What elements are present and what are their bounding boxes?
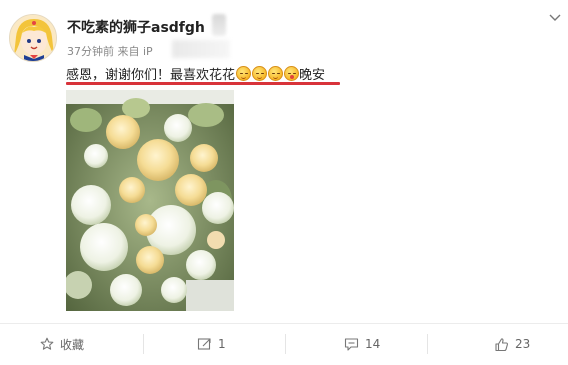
weibo-post-card: 不吃素的狮子asdfgh 37分钟前 来自 iP 感恩，谢谢你们！最喜欢花花 晚… bbox=[0, 0, 568, 365]
user-name[interactable]: 不吃素的狮子asdfgh bbox=[67, 17, 205, 37]
smile-emoji-icon bbox=[267, 65, 283, 81]
like-button[interactable]: 23 bbox=[494, 331, 530, 357]
repost-button[interactable]: 1 bbox=[197, 331, 226, 357]
post-photo[interactable] bbox=[66, 90, 234, 311]
action-separator bbox=[285, 334, 286, 354]
star-icon bbox=[40, 337, 54, 351]
repost-count: 1 bbox=[218, 337, 226, 351]
highlight-underline bbox=[66, 82, 340, 85]
post-meta: 37分钟前 来自 iP bbox=[67, 45, 153, 58]
thumbs-up-icon bbox=[494, 337, 509, 352]
repost-icon bbox=[197, 337, 212, 351]
blurred-region bbox=[172, 40, 230, 58]
smile-emoji-icon bbox=[235, 65, 251, 81]
user-avatar[interactable] bbox=[9, 14, 57, 62]
chevron-down-icon[interactable] bbox=[548, 12, 562, 22]
blurred-region bbox=[212, 14, 226, 36]
smile-emoji-icon bbox=[251, 65, 267, 81]
kiss-emoji-icon bbox=[283, 65, 299, 81]
like-count: 23 bbox=[515, 337, 531, 351]
comment-count: 14 bbox=[365, 337, 381, 351]
footer-divider bbox=[0, 323, 568, 324]
post-text-end: 晚安 bbox=[299, 67, 326, 83]
post-text: 感恩，谢谢你们！最喜欢花花 晚安 bbox=[66, 62, 325, 84]
comment-icon bbox=[344, 337, 359, 351]
action-separator bbox=[143, 334, 144, 354]
comment-button[interactable]: 14 bbox=[344, 331, 380, 357]
favorite-label: 收藏 bbox=[60, 337, 85, 352]
favorite-button[interactable]: 收藏 bbox=[40, 331, 84, 357]
post-text-main: 感恩，谢谢你们！最喜欢花花 bbox=[66, 67, 236, 83]
action-separator bbox=[427, 334, 428, 354]
